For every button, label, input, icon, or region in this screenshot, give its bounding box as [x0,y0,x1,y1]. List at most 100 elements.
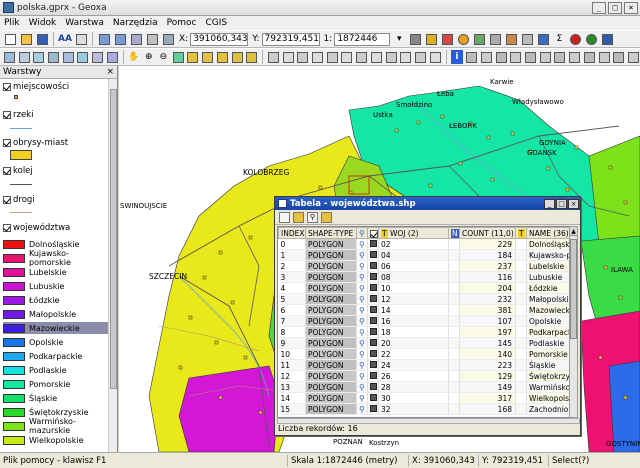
magnifier-icon[interactable]: ⚲ [359,394,365,403]
row-select-icon[interactable] [370,371,377,379]
layers-close-icon[interactable]: × [106,66,114,78]
logo-icon[interactable] [600,32,614,46]
overview-icon[interactable] [414,50,427,64]
close-button[interactable]: × [624,1,638,14]
table-row[interactable]: 11 POLYGON ⚲ 24 223 Śląskie [278,359,569,371]
network-icon[interactable] [472,32,486,46]
legend-item[interactable]: Wielkopolskie [3,434,108,446]
window-icon[interactable] [97,32,111,46]
row-select-icon[interactable] [370,261,377,269]
col-select[interactable] [367,227,379,239]
magnifier-icon[interactable]: ⚲ [359,284,365,293]
legend-item[interactable]: Małopolskie [3,308,108,320]
save-icon[interactable] [35,32,49,46]
menu-narzedzia[interactable]: Narzędzia [113,18,158,28]
print2-icon[interactable] [520,32,534,46]
table-row[interactable]: 12POLYGON⚲ 26 129 Świętokrzyskie [278,370,569,382]
magnifier-icon[interactable]: ⚲ [359,350,365,359]
stamp-icon[interactable] [504,32,518,46]
layer-miejscowosci[interactable]: miejscowości [3,82,69,92]
row-select-icon[interactable] [370,250,377,258]
layer-drogi[interactable]: drogi [3,195,35,205]
tool3-icon[interactable] [539,50,552,64]
layer-icon[interactable] [145,32,159,46]
row-select-icon[interactable] [370,294,377,302]
table-row[interactable]: 6POLYGON⚲ 14 381 Mazowieckie [278,304,569,316]
zoom-out-icon[interactable]: ⊖ [157,50,170,64]
legend-item[interactable]: Opolskie [3,336,108,348]
table-icon[interactable] [129,32,143,46]
row-select-icon[interactable] [370,283,377,291]
table-search-icon[interactable]: ⚲ [307,211,318,223]
chart-icon[interactable] [495,50,508,64]
scrollbar-thumb[interactable] [110,89,117,389]
menu-widok[interactable]: Widok [29,18,57,28]
tool8-icon[interactable] [612,50,625,64]
checkbox-icon[interactable] [3,110,11,119]
row-select-icon[interactable] [370,393,377,401]
scrollbar-thumb[interactable] [570,239,577,339]
layer-add-icon[interactable] [3,50,16,64]
checkbox-icon[interactable] [3,166,11,175]
col-count-type[interactable]: N [448,227,460,239]
label-icon[interactable] [355,50,368,64]
sigma-icon[interactable]: Σ [552,32,566,46]
table-row[interactable]: 14POLYGON⚲ 30 317 Wielkopolskie [278,392,569,404]
legend-item[interactable]: Śląskie [3,392,108,404]
edit-icon[interactable] [488,32,502,46]
zoom-layer-icon[interactable] [172,50,185,64]
zoom-in-icon[interactable]: ⊕ [142,50,155,64]
locate-icon[interactable] [400,50,413,64]
checkbox-icon[interactable] [3,82,11,91]
query-icon[interactable] [385,50,398,64]
zoom-prev-icon[interactable] [201,50,214,64]
row-select-icon[interactable] [370,316,377,324]
col-woj[interactable]: T WOJ (2) [378,227,449,239]
legend-item[interactable]: Kujawsko-pomorskie [3,249,108,267]
magnifier-icon[interactable]: ⚲ [359,317,365,326]
table-row[interactable]: 10 POLYGON ⚲ 22 140 Pomorskie [278,348,569,360]
row-select-icon[interactable] [370,349,377,357]
font-icon[interactable]: AA [58,32,72,46]
table-row[interactable]: 2 POLYGON ⚲ 06 237 Lubelskie [278,260,569,272]
table-row[interactable]: 8POLYGON⚲ 18 197 Podkarpackie [278,326,569,338]
col-shape-type[interactable]: SHAPE-TYPE [305,227,357,239]
zoom-extent-icon[interactable] [187,50,200,64]
table-filter-icon[interactable] [293,211,304,223]
layer-remove-icon[interactable] [18,50,31,64]
magnifier-icon[interactable]: ⚲ [359,361,365,370]
scale-dropdown-icon[interactable]: ▾ [392,32,406,46]
magnifier-icon[interactable]: ⚲ [359,339,365,348]
col-name-type[interactable]: T [515,227,527,239]
menu-cgis[interactable]: CGIS [205,18,227,28]
export-icon[interactable] [509,50,522,64]
magnifier-icon[interactable]: ⚲ [359,251,365,260]
col-index[interactable]: INDEX [278,227,306,239]
flag-icon[interactable] [424,32,438,46]
pan-hand-icon[interactable]: ✋ [128,50,141,64]
measure-icon[interactable] [341,50,354,64]
magnifier-icon[interactable]: ⚲ [359,405,365,414]
select-poly-icon[interactable] [296,50,309,64]
table-row[interactable]: 4 POLYGON ⚲ 10 204 Łódzkie [278,282,569,294]
scale-field[interactable]: 1872446 [334,32,391,46]
magnifier-icon[interactable]: ⚲ [359,295,365,304]
table-maximize-button[interactable]: □ [556,198,567,209]
checkbox-icon[interactable] [3,138,11,147]
legend-item[interactable]: Pomorskie [3,378,108,390]
legend-item[interactable]: Mazowieckie [3,322,108,334]
help-icon[interactable] [584,32,598,46]
table-row[interactable]: 15POLYGON⚲ 32 168 Zachodnio-pomorskie [278,403,569,415]
info-icon[interactable]: i [450,50,464,64]
legend-icon[interactable] [429,50,442,64]
home-icon[interactable] [536,32,550,46]
row-select-icon[interactable] [370,239,377,247]
table-title-bar[interactable]: Tabela - województwa.shp _ □ × [275,197,580,210]
maximize-button[interactable]: □ [608,1,622,14]
col-zoom[interactable]: ⚲ [356,227,368,239]
checkbox-icon[interactable] [3,195,11,204]
tool9-icon[interactable] [627,50,640,64]
table-row[interactable]: 13POLYGON⚲ 28 149 Warmińsko-mazurskie [278,381,569,393]
row-select-icon[interactable] [370,338,377,346]
magnifier-icon[interactable]: ⚲ [359,328,365,337]
